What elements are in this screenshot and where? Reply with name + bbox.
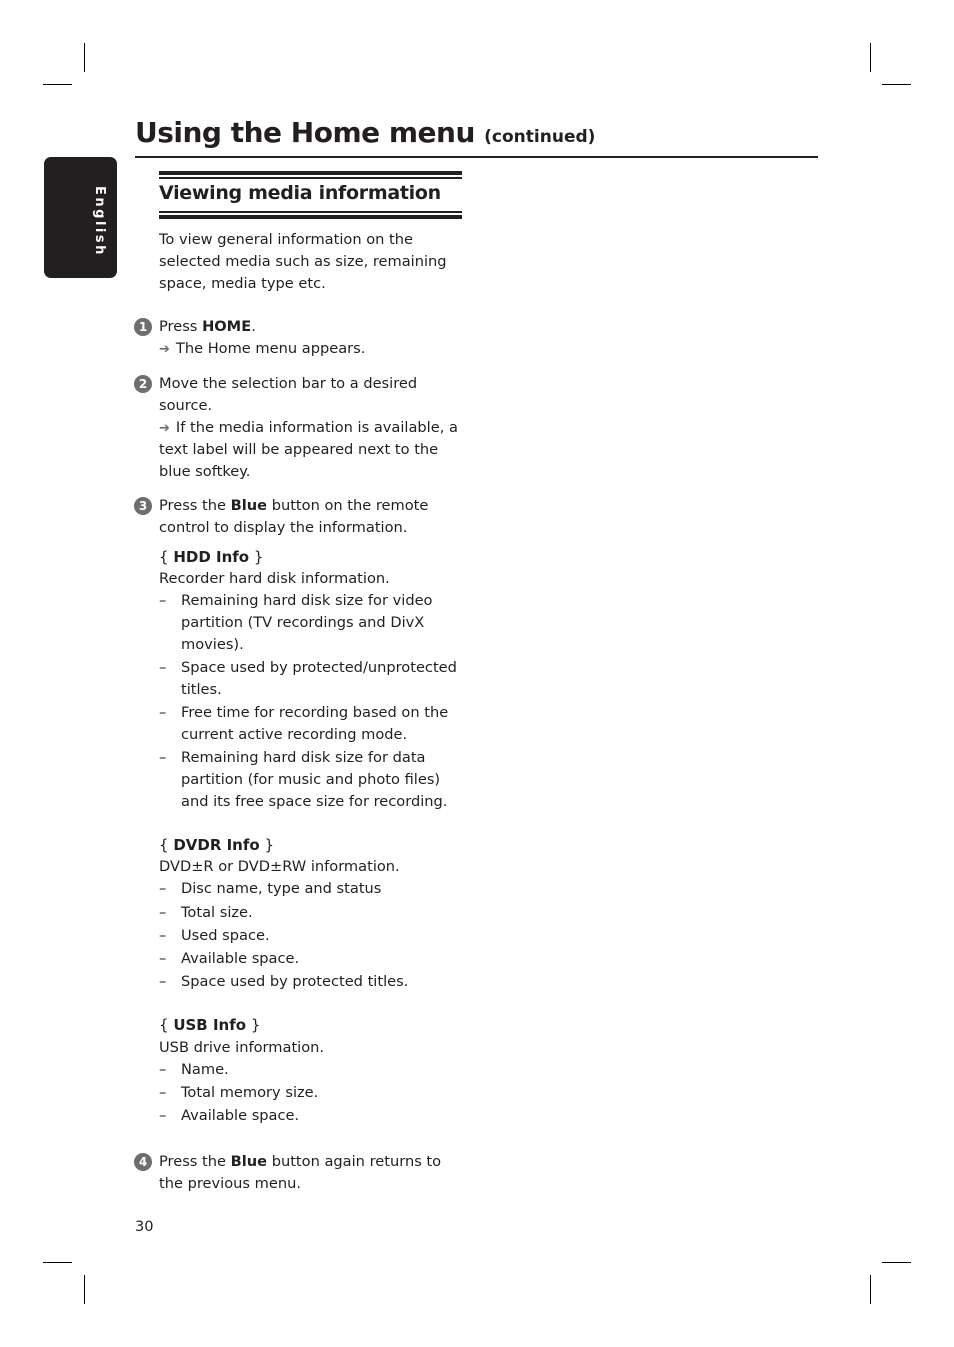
content-column: To view general information on the selec… (134, 229, 459, 1207)
page-title: Using the Home menu (continued) (135, 116, 595, 149)
list-item: Disc name, type and status (159, 878, 459, 900)
step-number-badge: 4 (134, 1153, 152, 1172)
arrow-right-icon: ➔ (159, 420, 170, 436)
list-item: Total memory size. (159, 1082, 459, 1104)
list-item: Used space. (159, 925, 459, 947)
option-list: Disc name, type and status Total size. U… (159, 878, 459, 993)
list-item: Free time for recording based on the cur… (159, 702, 459, 746)
list-item: Available space. (159, 948, 459, 970)
list-item: Remaining hard disk size for video parti… (159, 590, 459, 655)
section-rule-bottom-thin (159, 211, 462, 213)
option-heading: { USB Info } (159, 1015, 459, 1037)
step-text: Move the selection bar to a desired sour… (159, 374, 418, 414)
crop-mark (43, 1262, 72, 1263)
option-name: HDD Info (173, 547, 250, 566)
option-list: Name. Total memory size. Available space… (159, 1059, 459, 1127)
option-list: Remaining hard disk size for video parti… (159, 590, 459, 812)
brace: { (159, 835, 174, 854)
crop-mark (43, 84, 72, 85)
list-item: Remaining hard disk size for data partit… (159, 747, 459, 812)
list-item: Space used by protected/unprotected titl… (159, 657, 459, 701)
language-tab-label: English (92, 186, 107, 257)
option-name: USB Info (173, 1016, 247, 1035)
step-result: ➔ The Home menu appears. (159, 338, 459, 361)
option-description: DVD±R or DVD±RW information. (159, 858, 400, 876)
step-key-label: Blue (230, 496, 268, 514)
option-description: USB drive information. (159, 1039, 325, 1056)
step-text: Press the Blue button again returns to t… (159, 1151, 459, 1195)
section-rule-bottom-thick (159, 215, 462, 219)
option-heading: { HDD Info } (159, 547, 459, 569)
list-item: Space used by protected titles. (159, 971, 459, 993)
brace: } (249, 547, 264, 566)
step-1: 1 Press HOME. ➔ The Home menu appears. (134, 316, 459, 361)
crop-mark (84, 1275, 85, 1304)
section-rule-top-thick (159, 171, 462, 175)
page-title-suffix: (continued) (484, 127, 596, 147)
step-result-text: The Home menu appears. (175, 340, 366, 358)
page-title-text: Using the Home menu (135, 116, 475, 149)
step-text-part: Press the (159, 1153, 231, 1171)
page-number: 30 (135, 1218, 154, 1235)
list-item: Available space. (159, 1105, 459, 1127)
brace: { (159, 1016, 174, 1035)
step-text-part: . (251, 318, 256, 336)
brace: } (259, 835, 274, 854)
step-text-part: Press the (159, 496, 231, 514)
crop-mark (84, 43, 85, 72)
crop-mark (870, 43, 871, 72)
list-item: Total size. (159, 902, 459, 924)
crop-mark (882, 1262, 911, 1263)
crop-mark (882, 84, 911, 85)
step-4: 4 Press the Blue button again returns to… (134, 1151, 459, 1195)
step-number-badge: 2 (134, 374, 152, 393)
step-number-badge: 3 (134, 496, 152, 515)
step-result-text: If the media information is available, a… (159, 418, 458, 481)
arrow-right-icon: ➔ (159, 342, 170, 358)
section-intro: To view general information on the selec… (159, 231, 447, 292)
step-key-label: HOME (202, 318, 252, 336)
step-text-part: Press (159, 318, 203, 336)
option-description: Recorder hard disk information. (159, 570, 390, 588)
section-rule-top-thin (159, 177, 462, 179)
option-heading: { DVDR Info } (159, 835, 459, 857)
list-item: Name. (159, 1059, 459, 1081)
title-divider (135, 156, 818, 158)
brace: { (159, 547, 174, 566)
brace: } (246, 1016, 261, 1035)
crop-mark (870, 1275, 871, 1304)
step-result: ➔ If the media information is available, … (159, 417, 459, 483)
option-dvdr-info: { DVDR Info } DVD±R or DVD±RW informatio… (159, 835, 459, 994)
step-3: 3 Press the Blue button on the remote co… (134, 495, 459, 1127)
option-hdd-info: { HDD Info } Recorder hard disk informat… (159, 547, 459, 813)
section-heading: Viewing media information (159, 182, 441, 204)
step-key-label: Blue (230, 1153, 268, 1171)
option-usb-info: { USB Info } USB drive information. Name… (159, 1015, 459, 1127)
option-name: DVDR Info (173, 835, 260, 854)
step-text: Press HOME. (159, 316, 459, 338)
step-text: Press the Blue button on the remote cont… (159, 495, 459, 539)
step-number-badge: 1 (134, 318, 152, 337)
step-2: 2 Move the selection bar to a desired so… (134, 373, 459, 483)
